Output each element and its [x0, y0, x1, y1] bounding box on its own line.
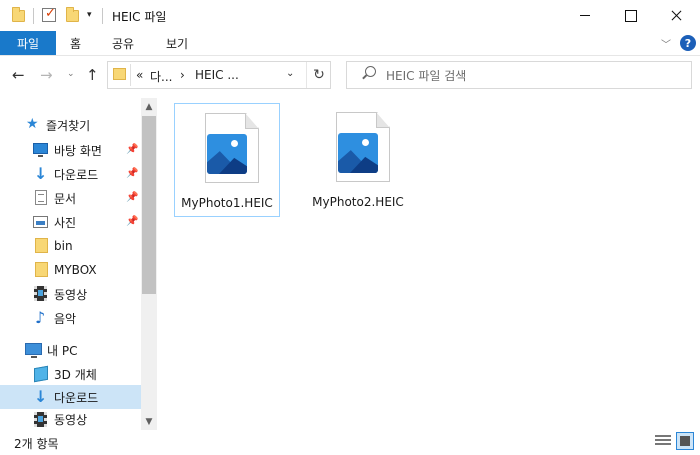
maximize-button[interactable] [608, 0, 654, 31]
video-icon [34, 412, 47, 427]
download-arrow-icon: ↓ [34, 164, 48, 183]
sidebar-item-label: 즐겨찾기 [46, 118, 91, 133]
divider [33, 8, 34, 24]
ribbon [0, 31, 700, 56]
breadcrumb-overflow[interactable]: « [136, 68, 143, 82]
large-icons-view-icon[interactable] [676, 432, 694, 450]
sidebar-item-label: 동영상 [54, 287, 88, 302]
image-file-icon [338, 133, 378, 173]
document-icon [35, 190, 47, 205]
sidebar-item-label: 다운로드 [54, 390, 99, 405]
sidebar-item-quick-access[interactable]: ★ 즐겨찾기 [0, 113, 141, 137]
details-view-icon[interactable] [655, 434, 671, 448]
3d-objects-icon [34, 365, 48, 383]
forward-button[interactable]: → [40, 66, 53, 84]
sidebar-item-label: 3D 개체 [54, 367, 97, 382]
file-item[interactable]: MyPhoto1.HEIC [174, 103, 280, 217]
pin-icon: 📌 [126, 192, 139, 203]
pin-icon: 📌 [126, 168, 139, 179]
refresh-button[interactable]: ↻ [306, 62, 331, 88]
back-button[interactable]: ← [12, 66, 25, 84]
sidebar-item-label: 동영상 [54, 413, 88, 427]
search-placeholder: HEIC 파일 검색 [386, 69, 467, 83]
help-icon[interactable]: ? [680, 35, 696, 51]
sidebar-item-this-pc[interactable]: 내 PC [0, 338, 141, 362]
scroll-up-arrow-icon[interactable]: ▲ [141, 98, 157, 115]
tab-share[interactable]: 공유 [112, 31, 134, 55]
star-icon: ★ [26, 116, 39, 132]
close-button[interactable] [654, 0, 700, 31]
folder-icon [35, 262, 48, 277]
sidebar-item-label: MYBOX [54, 263, 97, 277]
desktop-icon [33, 143, 48, 157]
breadcrumb-separator[interactable]: › [180, 68, 185, 82]
sidebar-item-label: 바탕 화면 [54, 143, 102, 158]
pin-icon: 📌 [126, 216, 139, 227]
file-name: MyPhoto1.HEIC [181, 196, 273, 210]
sidebar-item-music[interactable]: ♪ 음악 [0, 306, 141, 330]
video-icon [34, 286, 47, 301]
minimize-button[interactable] [562, 0, 608, 31]
properties-icon[interactable] [42, 6, 56, 22]
sidebar-item-3d-objects[interactable]: 3D 개체 [0, 362, 141, 386]
sidebar-item-downloads-pc[interactable]: ↓ 다운로드 [0, 385, 141, 409]
sidebar-item-videos[interactable]: 동영상 [0, 282, 141, 306]
scrollbar-thumb[interactable] [142, 116, 156, 294]
pictures-icon [33, 216, 48, 228]
new-folder-icon[interactable] [66, 7, 79, 22]
window-title: HEIC 파일 [112, 10, 167, 24]
sidebar-item-documents[interactable]: 문서 📌 [0, 186, 141, 210]
sidebar-item-label: bin [54, 239, 73, 253]
folder-icon [35, 238, 48, 253]
sidebar-item-label: 다운로드 [54, 167, 99, 182]
file-item[interactable]: MyPhoto2.HEIC [306, 103, 412, 217]
sidebar-item-pictures[interactable]: 사진 📌 [0, 210, 141, 234]
up-button[interactable]: ↑ [86, 66, 99, 84]
status-item-count: 2개 항목 [14, 437, 59, 451]
breadcrumb-current[interactable]: HEIC ... [195, 68, 239, 82]
pin-icon: 📌 [126, 144, 139, 155]
music-icon: ♪ [35, 308, 46, 327]
customize-toolbar-dropdown[interactable]: ▾ [87, 10, 92, 20]
file-name: MyPhoto2.HEIC [312, 195, 404, 209]
sidebar-item-mybox[interactable]: MYBOX [0, 258, 141, 282]
tab-view[interactable]: 보기 [166, 31, 188, 55]
folder-icon [12, 7, 25, 22]
download-arrow-icon: ↓ [34, 387, 48, 406]
folder-icon [113, 68, 126, 80]
this-pc-icon [25, 343, 42, 358]
sidebar-item-label: 문서 [54, 191, 77, 206]
image-file-icon [207, 134, 247, 174]
sidebar-item-downloads[interactable]: ↓ 다운로드 📌 [0, 162, 141, 186]
sidebar-item-bin[interactable]: bin [0, 234, 141, 258]
sidebar-item-label: 음악 [54, 311, 77, 326]
expand-ribbon-chevron-icon[interactable]: ﹀ [661, 36, 671, 51]
sidebar-item-label: 사진 [54, 215, 77, 230]
scroll-down-arrow-icon[interactable]: ▼ [141, 413, 157, 430]
address-dropdown-chevron-icon[interactable]: ⌄ [286, 68, 294, 79]
tab-file[interactable]: 파일 [0, 31, 56, 55]
breadcrumb-parent[interactable]: 다... [150, 68, 172, 85]
sidebar-item-desktop[interactable]: 바탕 화면 📌 [0, 138, 141, 162]
tab-home[interactable]: 홈 [70, 31, 81, 55]
divider [130, 64, 131, 86]
recent-locations-chevron-icon[interactable]: ⌄ [67, 69, 75, 79]
divider [102, 8, 103, 24]
search-icon [365, 66, 376, 77]
sidebar-item-label: 내 PC [47, 343, 78, 358]
sidebar-item-videos-pc[interactable]: 동영상 [0, 409, 141, 430]
